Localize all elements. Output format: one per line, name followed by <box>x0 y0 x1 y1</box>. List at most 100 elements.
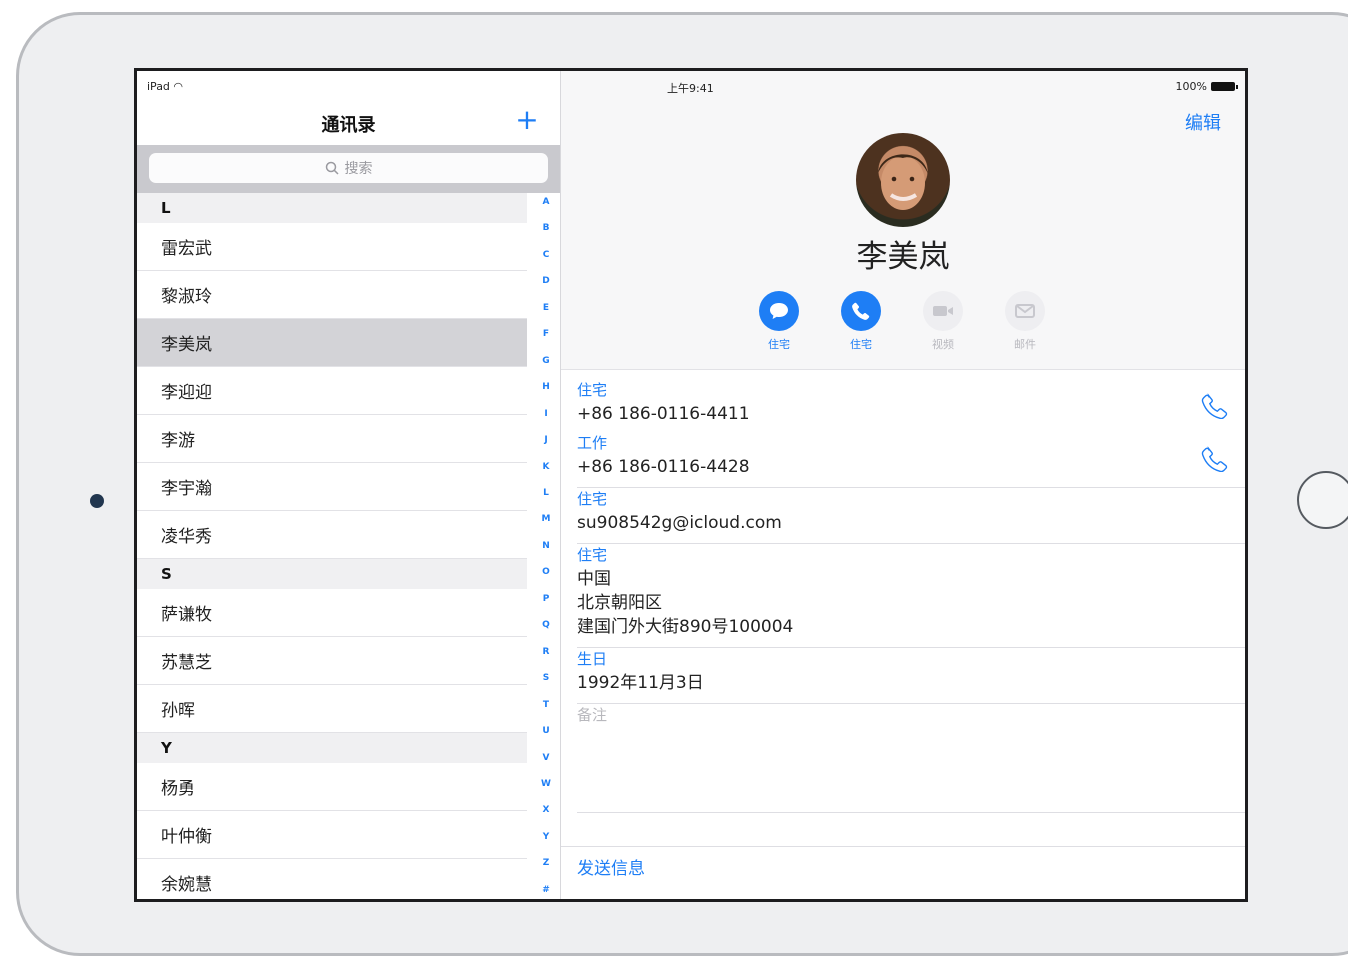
address-country[interactable]: 中国 <box>577 567 1245 591</box>
contacts-title: 通讯录 <box>321 115 376 136</box>
contact-item[interactable]: 孙晖 <box>137 685 527 733</box>
birthday-label: 生日 <box>577 650 608 668</box>
email-label: 住宅 <box>577 490 608 508</box>
home-button[interactable] <box>1297 471 1348 529</box>
contact-item-selected[interactable]: 李美岚 <box>137 319 527 367</box>
contact-item[interactable]: 杨勇 <box>137 763 527 811</box>
index-letter[interactable]: L <box>543 488 549 498</box>
birthday-field[interactable]: 生日 1992年11月3日 <box>577 648 1245 704</box>
contact-item[interactable]: 叶仲衡 <box>137 811 527 859</box>
home-phone-label: 住宅 <box>577 381 608 399</box>
index-letter[interactable]: H <box>542 382 550 392</box>
mail-icon <box>1015 304 1035 318</box>
contact-detail-panel: 编辑 李美岚 住宅 住宅 视频 邮件 住宅 +86 186-0116-4411 … <box>561 71 1245 899</box>
section-header-y: Y <box>137 733 527 763</box>
index-letter[interactable]: G <box>542 356 549 366</box>
index-letter[interactable]: C <box>543 250 550 260</box>
search-placeholder: 搜索 <box>344 161 373 177</box>
work-phone-value[interactable]: +86 186-0116-4428 <box>577 455 1245 479</box>
email-value[interactable]: su908542g@icloud.com <box>577 511 1245 535</box>
index-letter[interactable]: R <box>543 647 550 657</box>
message-label: 住宅 <box>768 338 790 351</box>
mail-button <box>1005 291 1045 331</box>
mail-action: 邮件 <box>1005 291 1045 352</box>
index-letter[interactable]: E <box>543 303 549 313</box>
index-letter[interactable]: I <box>544 409 547 419</box>
contact-item[interactable]: 余婉慧 <box>137 859 527 899</box>
contacts-panel: 通讯录 + 搜索 L 雷宏武 黎淑玲 李美岚 李迎迎 李游 李宇瀚 凌华秀 S … <box>137 71 561 899</box>
avatar <box>856 133 950 227</box>
contact-item[interactable]: 李游 <box>137 415 527 463</box>
phone-icon[interactable] <box>1201 444 1229 472</box>
index-letter[interactable]: M <box>542 514 551 524</box>
index-letter[interactable]: A <box>543 197 550 207</box>
index-letter[interactable]: # <box>542 885 550 895</box>
home-phone-field[interactable]: 住宅 +86 186-0116-4411 <box>577 379 1245 432</box>
contact-item[interactable]: 萨谦牧 <box>137 589 527 637</box>
address-city[interactable]: 北京朝阳区 <box>577 591 1245 615</box>
index-letter[interactable]: W <box>541 779 551 789</box>
index-letter[interactable]: S <box>543 673 549 683</box>
index-letter[interactable]: F <box>543 329 549 339</box>
avatar-photo <box>878 154 928 210</box>
home-phone-value[interactable]: +86 186-0116-4411 <box>577 402 1245 426</box>
contact-item[interactable]: 凌华秀 <box>137 511 527 559</box>
phone-icon[interactable] <box>1201 391 1229 419</box>
contact-item[interactable]: 雷宏武 <box>137 223 527 271</box>
contact-actions: 住宅 住宅 视频 邮件 <box>759 291 1045 352</box>
index-letter[interactable]: O <box>542 567 550 577</box>
video-icon <box>933 306 953 316</box>
notes-label: 备注 <box>577 706 608 724</box>
index-letter[interactable]: Z <box>543 858 550 868</box>
battery-icon <box>1211 82 1238 91</box>
call-action[interactable]: 住宅 <box>841 291 881 352</box>
message-action[interactable]: 住宅 <box>759 291 799 352</box>
index-letter[interactable]: T <box>543 700 549 710</box>
section-header-s: S <box>137 559 527 589</box>
index-letter[interactable]: U <box>542 726 549 736</box>
battery-status: 100% <box>1176 80 1238 93</box>
index-letter[interactable]: V <box>543 753 550 763</box>
contact-item[interactable]: 李迎迎 <box>137 367 527 415</box>
search-container: 搜索 <box>137 145 560 193</box>
message-button[interactable] <box>759 291 799 331</box>
phone-icon <box>852 302 870 320</box>
work-phone-label: 工作 <box>577 434 608 452</box>
alphabet-index[interactable]: A B C D E F G H I J K L M N O P Q R S T … <box>536 197 556 895</box>
index-letter[interactable]: Q <box>542 620 550 630</box>
section-header-l: L <box>137 193 527 223</box>
address-field[interactable]: 住宅 中国 北京朝阳区 建国门外大街890号100004 <box>577 544 1245 648</box>
add-contact-button[interactable]: + <box>512 105 542 135</box>
index-letter[interactable]: J <box>544 435 547 445</box>
contact-item[interactable]: 李宇瀚 <box>137 463 527 511</box>
message-icon <box>770 303 788 319</box>
search-input[interactable]: 搜索 <box>149 153 548 183</box>
contacts-nav-bar: 通讯录 + <box>137 101 560 145</box>
video-button <box>923 291 963 331</box>
index-letter[interactable]: Y <box>543 832 550 842</box>
index-letter[interactable]: K <box>543 462 550 472</box>
index-letter[interactable]: N <box>542 541 550 551</box>
contact-list: L 雷宏武 黎淑玲 李美岚 李迎迎 李游 李宇瀚 凌华秀 S 萨谦牧 苏慧芝 孙… <box>137 193 527 899</box>
index-letter[interactable]: B <box>543 223 550 233</box>
contact-item[interactable]: 黎淑玲 <box>137 271 527 319</box>
mail-label: 邮件 <box>1014 338 1036 351</box>
index-letter[interactable]: D <box>542 276 549 286</box>
send-message-button[interactable]: 发送信息 <box>577 854 645 879</box>
video-label: 视频 <box>932 338 954 351</box>
contact-card-header: 编辑 李美岚 住宅 住宅 视频 邮件 <box>561 71 1245 370</box>
contact-item[interactable]: 苏慧芝 <box>137 637 527 685</box>
contact-name: 李美岚 <box>856 239 950 275</box>
email-field[interactable]: 住宅 su908542g@icloud.com <box>577 488 1245 544</box>
search-icon <box>325 161 339 175</box>
address-street[interactable]: 建国门外大街890号100004 <box>577 615 1245 639</box>
edit-button[interactable]: 编辑 <box>1185 109 1221 135</box>
front-camera <box>90 494 104 508</box>
index-letter[interactable]: X <box>543 805 550 815</box>
work-phone-field[interactable]: 工作 +86 186-0116-4428 <box>577 432 1245 488</box>
index-letter[interactable]: P <box>543 594 550 604</box>
call-button[interactable] <box>841 291 881 331</box>
contact-info: 住宅 +86 186-0116-4411 工作 +86 186-0116-442… <box>577 379 1245 813</box>
notes-field[interactable]: 备注 <box>577 704 1245 813</box>
birthday-value[interactable]: 1992年11月3日 <box>577 671 1245 695</box>
